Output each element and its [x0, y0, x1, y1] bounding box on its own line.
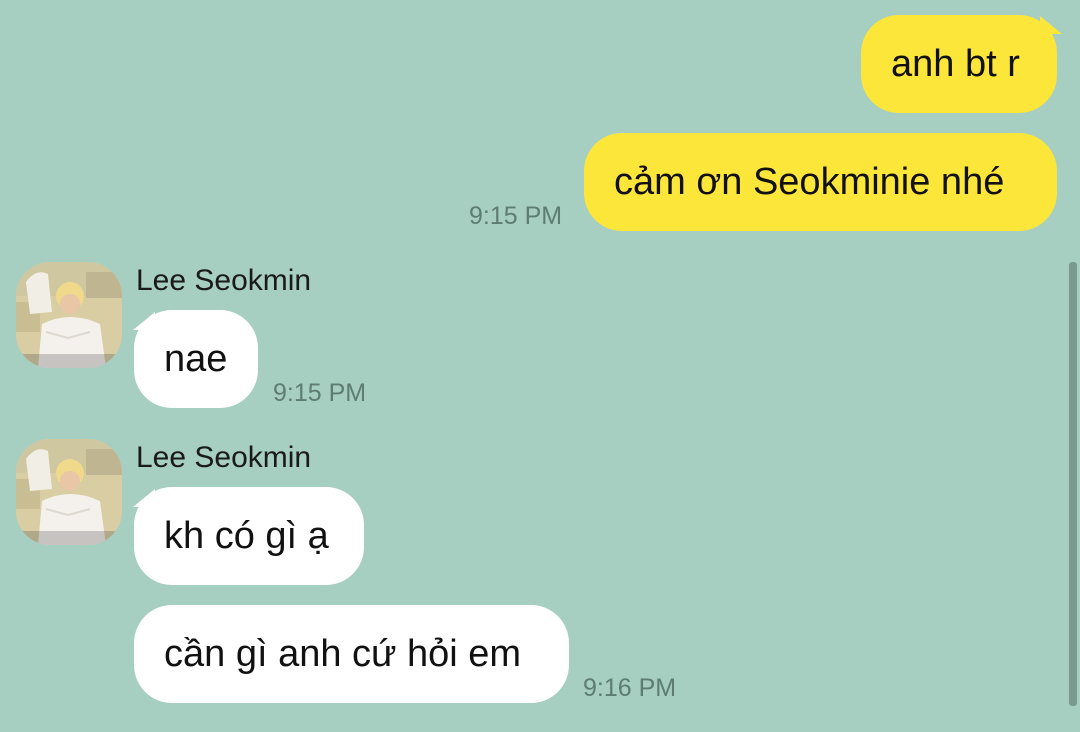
- message-text: cần gì anh cứ hỏi em: [164, 633, 522, 675]
- profile-photo-icon: [16, 439, 122, 545]
- message-text: anh bt r: [891, 43, 1020, 85]
- scrollbar[interactable]: [1069, 262, 1077, 706]
- outgoing-message-bubble[interactable]: cảm ơn Seokminie nhé: [584, 133, 1057, 231]
- contact-avatar[interactable]: [16, 439, 122, 545]
- incoming-message-bubble[interactable]: cần gì anh cứ hỏi em: [134, 605, 569, 703]
- sender-name: Lee Seokmin: [136, 264, 312, 297]
- incoming-message-bubble[interactable]: kh có gì ạ: [134, 487, 364, 585]
- message-text: cảm ơn Seokminie nhé: [614, 161, 1005, 203]
- message-timestamp: 9:16 PM: [583, 674, 677, 702]
- chat-view[interactable]: anh bt r 9:15 PM cảm ơn Seokminie nhé Le…: [0, 0, 1080, 732]
- incoming-message-bubble[interactable]: nae: [134, 310, 258, 408]
- message-timestamp: 9:15 PM: [273, 379, 367, 407]
- message-timestamp: 9:15 PM: [469, 202, 563, 230]
- sender-name: Lee Seokmin: [136, 441, 312, 474]
- profile-photo-icon: [16, 262, 122, 368]
- contact-avatar[interactable]: [16, 262, 122, 368]
- message-text: nae: [164, 338, 228, 380]
- message-text: kh có gì ạ: [164, 515, 329, 557]
- outgoing-message-bubble[interactable]: anh bt r: [861, 15, 1057, 113]
